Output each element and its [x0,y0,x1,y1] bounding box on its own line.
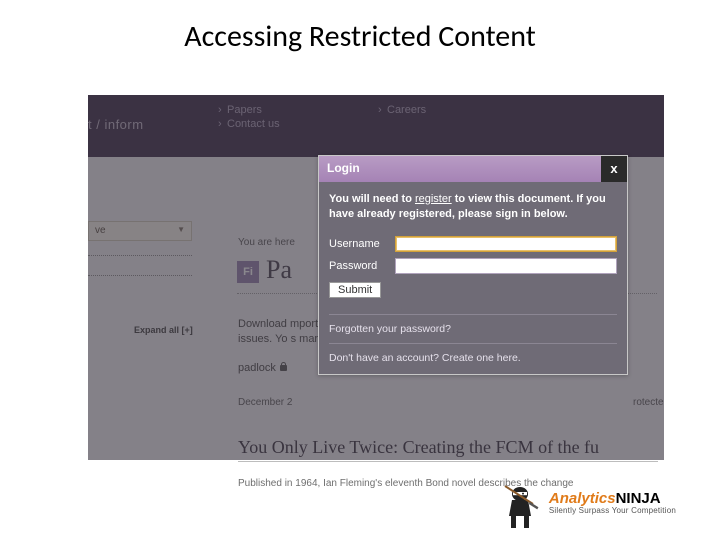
register-link[interactable]: register [415,193,452,205]
username-input[interactable] [395,236,617,252]
ninja-icon [497,480,543,530]
modal-divider [329,343,617,344]
modal-message: You will need to register to view this d… [329,192,617,222]
modal-divider [329,314,617,315]
submit-button[interactable]: Submit [329,282,381,298]
username-row: Username [329,236,617,252]
footer-logo: AnalyticsNINJA Silently Surpass Your Com… [497,480,676,530]
password-input[interactable] [395,258,617,274]
tagline: Silently Surpass Your Competition [549,505,676,517]
brand-line: AnalyticsNINJA [549,493,676,505]
article-divider [238,461,658,462]
password-label: Password [329,260,395,272]
slide: Accessing Restricted Content t / inform … [0,0,720,540]
screenshot-region: t / inform ›Papers ›Contact us ›Careers … [88,95,664,460]
modal-body: You will need to register to view this d… [319,182,627,374]
slide-title: Accessing Restricted Content [0,18,720,55]
close-button[interactable]: x [601,156,627,182]
modal-title: Login [327,161,360,175]
msg-prefix: You will need to [329,193,415,205]
modal-header: Login x [319,156,627,182]
login-modal: Login x You will need to register to vie… [318,155,628,375]
logo-text: AnalyticsNINJA Silently Surpass Your Com… [549,493,676,517]
username-label: Username [329,238,395,250]
forgot-password-link[interactable]: Forgotten your password? [329,321,617,337]
password-row: Password [329,258,617,274]
create-account-link[interactable]: Don't have an account? Create one here. [329,350,617,366]
